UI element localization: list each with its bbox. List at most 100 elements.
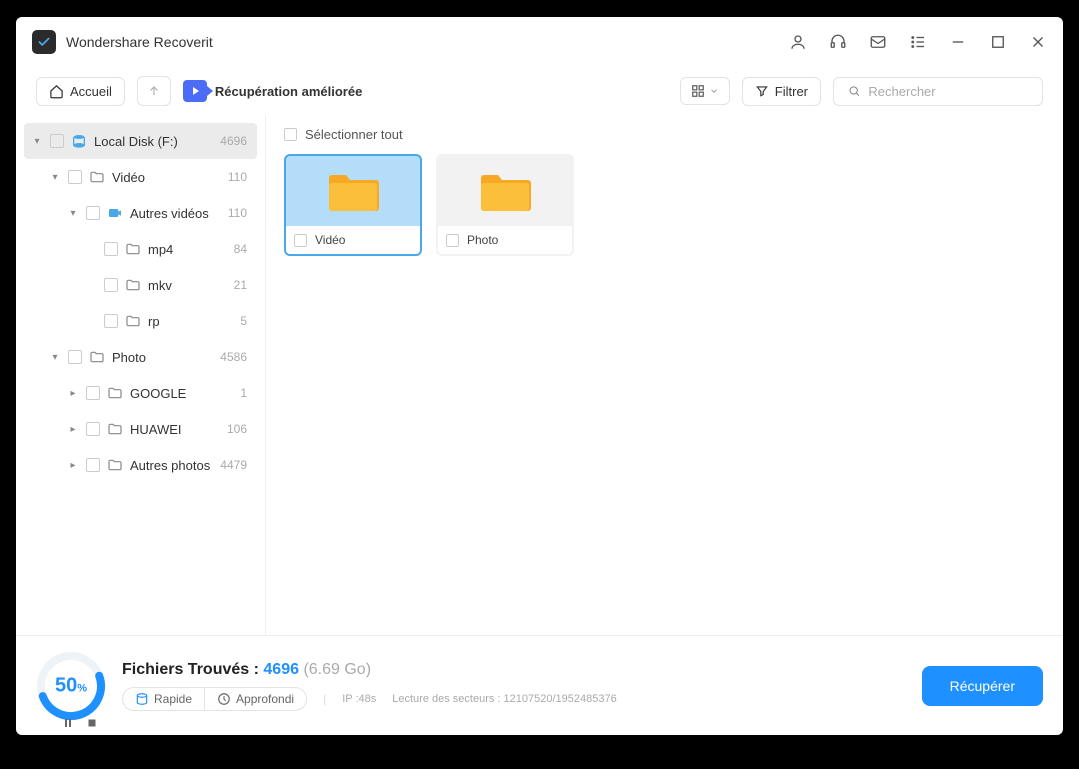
tree-checkbox[interactable] (68, 350, 82, 364)
recovery-mode: Récupération améliorée (183, 80, 362, 102)
filter-button[interactable]: Filtrer (742, 77, 821, 106)
tree-item[interactable]: ▾Vidéo110 (24, 159, 257, 195)
tree-checkbox[interactable] (86, 386, 100, 400)
tree-item[interactable]: mkv21 (24, 267, 257, 303)
list-icon[interactable] (909, 33, 927, 51)
tree-checkbox[interactable] (86, 458, 100, 472)
tree-count: 106 (227, 422, 247, 436)
user-icon[interactable] (789, 33, 807, 51)
tree-checkbox[interactable] (86, 206, 100, 220)
tree-count: 4479 (220, 458, 247, 472)
tree-checkbox[interactable] (50, 134, 64, 148)
select-all-label: Sélectionner tout (305, 127, 403, 142)
folder-name: Photo (467, 233, 498, 247)
tree-label: rp (148, 314, 240, 329)
tree-count: 21 (234, 278, 247, 292)
tree-label: mp4 (148, 242, 234, 257)
tree-checkbox[interactable] (68, 170, 82, 184)
mail-icon[interactable] (869, 33, 887, 51)
clock-icon (217, 692, 231, 706)
tree-checkbox[interactable] (104, 314, 118, 328)
select-all-checkbox[interactable] (284, 128, 297, 141)
search-input[interactable] (868, 84, 1028, 99)
tree-item[interactable]: ▾Photo4586 (24, 339, 257, 375)
home-label: Accueil (70, 84, 112, 99)
tree-label: Local Disk (F:) (94, 134, 220, 149)
folder-icon (124, 313, 142, 329)
tree-item[interactable]: mp484 (24, 231, 257, 267)
tree-count: 110 (228, 206, 247, 220)
tree-caret-icon[interactable]: ▸ (66, 424, 80, 435)
folder-icon (106, 421, 124, 437)
tree-caret-icon[interactable]: ▾ (48, 352, 62, 363)
select-all-row[interactable]: Sélectionner tout (284, 127, 1045, 142)
tree-item[interactable]: ▾ Local Disk (F:)4696 (24, 123, 257, 159)
tree-caret-icon[interactable]: ▾ (66, 208, 80, 219)
progress-ring: 50% (36, 651, 106, 721)
tree-label: mkv (148, 278, 234, 293)
folder-icon (106, 457, 124, 473)
main-panel: Sélectionner tout Vidéo Photo (266, 115, 1063, 635)
deep-scan-tab[interactable]: Approfondi (205, 688, 306, 710)
view-toggle-button[interactable] (680, 77, 730, 105)
fast-scan-tab[interactable]: Rapide (123, 688, 205, 710)
file-tree: ▾Local Disk (F:)4696▾Vidéo110▾Autres vid… (16, 115, 266, 635)
tree-caret-icon[interactable]: ▸ (66, 460, 80, 471)
tree-count: 110 (228, 170, 247, 184)
tree-item[interactable]: rp5 (24, 303, 257, 339)
folder-icon (106, 385, 124, 401)
chevron-down-icon (709, 86, 719, 96)
search-box[interactable] (833, 77, 1043, 106)
tree-checkbox[interactable] (104, 278, 118, 292)
video-icon (106, 205, 124, 221)
tree-label: Autres photos (130, 458, 220, 473)
folder-card[interactable]: Vidéo (284, 154, 422, 256)
sector-status: Lecture des secteurs : 12107520/19524853… (392, 693, 616, 705)
tree-label: Autres vidéos (130, 206, 228, 221)
stop-icon[interactable] (86, 717, 98, 729)
tree-item[interactable]: ▸GOOGLE1 (24, 375, 257, 411)
close-icon[interactable] (1029, 33, 1047, 51)
folder-checkbox[interactable] (446, 234, 459, 247)
pause-icon[interactable] (62, 717, 74, 729)
minimize-icon[interactable] (949, 33, 967, 51)
title-bar: Wondershare Recoverit (16, 17, 1063, 67)
app-title: Wondershare Recoverit (66, 34, 213, 50)
toolbar: Accueil Récupération améliorée Filtrer (16, 67, 1063, 115)
headset-icon[interactable] (829, 33, 847, 51)
tree-count: 4586 (220, 350, 247, 364)
folder-icon (438, 156, 572, 226)
tree-count: 1 (240, 386, 247, 400)
tree-item[interactable]: ▾ Autres vidéos110 (24, 195, 257, 231)
tree-count: 4696 (220, 134, 247, 148)
home-icon (49, 84, 64, 99)
recover-button[interactable]: Récupérer (922, 666, 1043, 706)
tree-caret-icon[interactable]: ▸ (66, 388, 80, 399)
folder-icon (124, 277, 142, 293)
progress-value: 50 (55, 674, 77, 696)
files-found-text: Fichiers Trouvés : 4696 (6.69 Go) (122, 661, 922, 679)
home-button[interactable]: Accueil (36, 77, 125, 106)
search-icon (848, 84, 860, 98)
app-logo (32, 30, 56, 54)
tree-item[interactable]: ▸ Autres photos4479 (24, 447, 257, 483)
folder-icon (124, 241, 142, 257)
tree-caret-icon[interactable]: ▾ (48, 172, 62, 183)
tree-checkbox[interactable] (104, 242, 118, 256)
ip-status: IP :48s (342, 693, 376, 705)
filter-label: Filtrer (775, 84, 808, 99)
tree-item[interactable]: ▸ HUAWEI106 (24, 411, 257, 447)
grid-icon (691, 84, 705, 98)
folder-icon (88, 169, 106, 185)
folder-checkbox[interactable] (294, 234, 307, 247)
folder-name: Vidéo (315, 233, 345, 247)
tree-caret-icon[interactable]: ▾ (30, 136, 44, 147)
maximize-icon[interactable] (989, 33, 1007, 51)
up-arrow-icon (147, 84, 161, 98)
up-button[interactable] (137, 76, 171, 106)
tree-checkbox[interactable] (86, 422, 100, 436)
scan-mode-tabs[interactable]: Rapide Approfondi (122, 687, 307, 711)
tree-label: HUAWEI (130, 422, 227, 437)
folder-grid: Vidéo Photo (284, 154, 1045, 256)
folder-card[interactable]: Photo (436, 154, 574, 256)
